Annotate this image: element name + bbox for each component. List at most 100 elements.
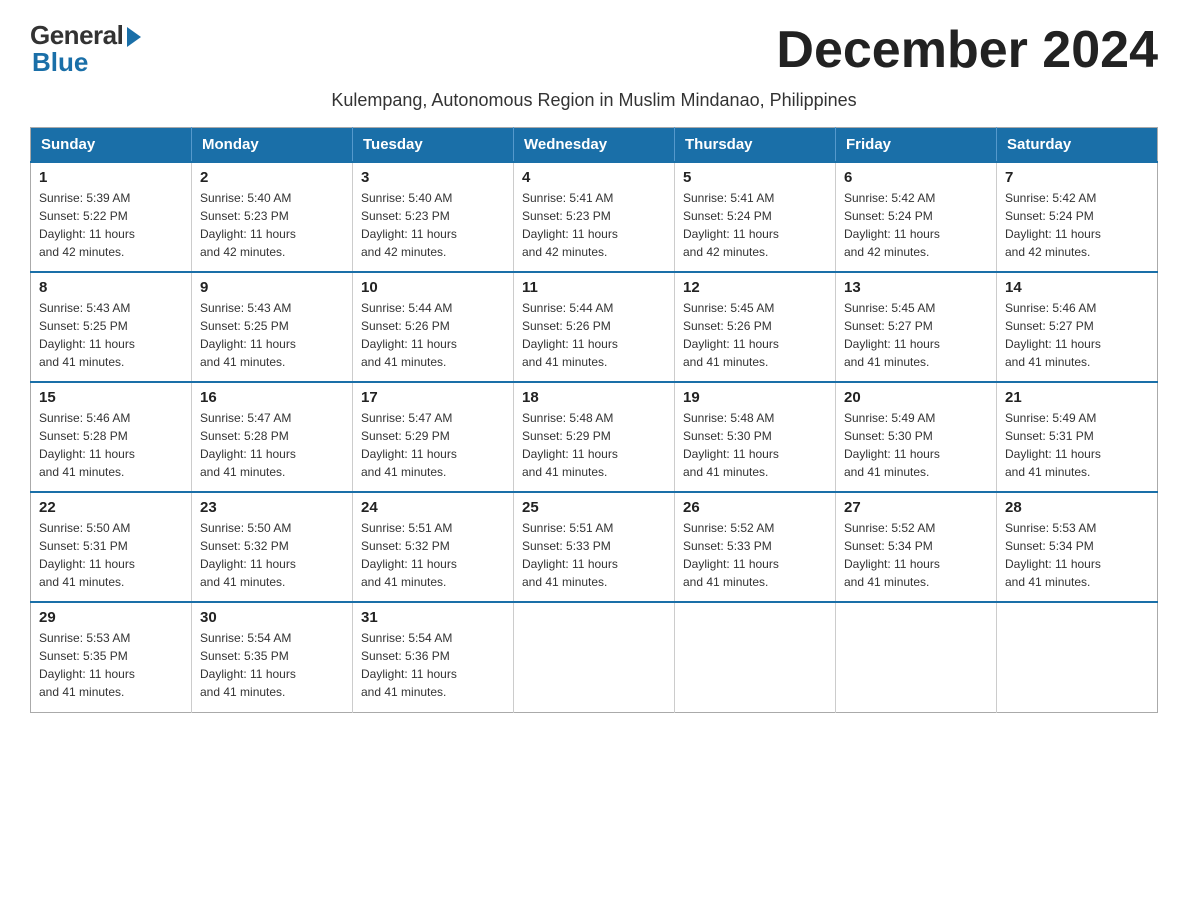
calendar-cell: 27 Sunrise: 5:52 AMSunset: 5:34 PMDaylig…: [836, 492, 997, 602]
day-number: 15: [39, 389, 183, 406]
calendar-cell: 10 Sunrise: 5:44 AMSunset: 5:26 PMDaylig…: [353, 272, 514, 382]
calendar-cell: 19 Sunrise: 5:48 AMSunset: 5:30 PMDaylig…: [675, 382, 836, 492]
day-number: 26: [683, 499, 827, 516]
calendar-cell: [997, 602, 1158, 712]
calendar-cell: 15 Sunrise: 5:46 AMSunset: 5:28 PMDaylig…: [31, 382, 192, 492]
header-day-wednesday: Wednesday: [514, 128, 675, 163]
day-number: 28: [1005, 499, 1149, 516]
header-day-friday: Friday: [836, 128, 997, 163]
calendar-week-row: 1 Sunrise: 5:39 AMSunset: 5:22 PMDayligh…: [31, 162, 1158, 272]
day-number: 2: [200, 169, 344, 186]
calendar-week-row: 15 Sunrise: 5:46 AMSunset: 5:28 PMDaylig…: [31, 382, 1158, 492]
day-info: Sunrise: 5:52 AMSunset: 5:34 PMDaylight:…: [844, 521, 940, 589]
calendar-cell: 13 Sunrise: 5:45 AMSunset: 5:27 PMDaylig…: [836, 272, 997, 382]
day-info: Sunrise: 5:43 AMSunset: 5:25 PMDaylight:…: [39, 301, 135, 369]
day-number: 10: [361, 279, 505, 296]
day-number: 31: [361, 609, 505, 626]
day-number: 9: [200, 279, 344, 296]
day-info: Sunrise: 5:47 AMSunset: 5:28 PMDaylight:…: [200, 411, 296, 479]
day-number: 8: [39, 279, 183, 296]
calendar-cell: 30 Sunrise: 5:54 AMSunset: 5:35 PMDaylig…: [192, 602, 353, 712]
logo-blue-text: Blue: [32, 47, 88, 78]
header: General Blue December 2024: [30, 20, 1158, 80]
day-number: 6: [844, 169, 988, 186]
calendar-table: SundayMondayTuesdayWednesdayThursdayFrid…: [30, 127, 1158, 713]
day-info: Sunrise: 5:45 AMSunset: 5:27 PMDaylight:…: [844, 301, 940, 369]
header-day-monday: Monday: [192, 128, 353, 163]
calendar-cell: 3 Sunrise: 5:40 AMSunset: 5:23 PMDayligh…: [353, 162, 514, 272]
day-info: Sunrise: 5:54 AMSunset: 5:36 PMDaylight:…: [361, 631, 457, 699]
calendar-cell: 21 Sunrise: 5:49 AMSunset: 5:31 PMDaylig…: [997, 382, 1158, 492]
calendar-cell: 12 Sunrise: 5:45 AMSunset: 5:26 PMDaylig…: [675, 272, 836, 382]
header-day-tuesday: Tuesday: [353, 128, 514, 163]
calendar-cell: 17 Sunrise: 5:47 AMSunset: 5:29 PMDaylig…: [353, 382, 514, 492]
calendar-cell: 20 Sunrise: 5:49 AMSunset: 5:30 PMDaylig…: [836, 382, 997, 492]
calendar-cell: 2 Sunrise: 5:40 AMSunset: 5:23 PMDayligh…: [192, 162, 353, 272]
calendar-cell: 28 Sunrise: 5:53 AMSunset: 5:34 PMDaylig…: [997, 492, 1158, 602]
calendar-cell: 8 Sunrise: 5:43 AMSunset: 5:25 PMDayligh…: [31, 272, 192, 382]
calendar-week-row: 29 Sunrise: 5:53 AMSunset: 5:35 PMDaylig…: [31, 602, 1158, 712]
calendar-cell: 18 Sunrise: 5:48 AMSunset: 5:29 PMDaylig…: [514, 382, 675, 492]
day-number: 18: [522, 389, 666, 406]
day-info: Sunrise: 5:42 AMSunset: 5:24 PMDaylight:…: [1005, 191, 1101, 259]
day-info: Sunrise: 5:49 AMSunset: 5:31 PMDaylight:…: [1005, 411, 1101, 479]
calendar-cell: 24 Sunrise: 5:51 AMSunset: 5:32 PMDaylig…: [353, 492, 514, 602]
day-info: Sunrise: 5:51 AMSunset: 5:33 PMDaylight:…: [522, 521, 618, 589]
calendar-cell: 11 Sunrise: 5:44 AMSunset: 5:26 PMDaylig…: [514, 272, 675, 382]
calendar-cell: 7 Sunrise: 5:42 AMSunset: 5:24 PMDayligh…: [997, 162, 1158, 272]
day-info: Sunrise: 5:41 AMSunset: 5:24 PMDaylight:…: [683, 191, 779, 259]
day-number: 1: [39, 169, 183, 186]
calendar-cell: 1 Sunrise: 5:39 AMSunset: 5:22 PMDayligh…: [31, 162, 192, 272]
day-info: Sunrise: 5:44 AMSunset: 5:26 PMDaylight:…: [522, 301, 618, 369]
day-info: Sunrise: 5:40 AMSunset: 5:23 PMDaylight:…: [200, 191, 296, 259]
day-number: 4: [522, 169, 666, 186]
day-info: Sunrise: 5:40 AMSunset: 5:23 PMDaylight:…: [361, 191, 457, 259]
day-number: 16: [200, 389, 344, 406]
day-info: Sunrise: 5:49 AMSunset: 5:30 PMDaylight:…: [844, 411, 940, 479]
day-number: 21: [1005, 389, 1149, 406]
day-info: Sunrise: 5:46 AMSunset: 5:27 PMDaylight:…: [1005, 301, 1101, 369]
header-day-saturday: Saturday: [997, 128, 1158, 163]
day-number: 25: [522, 499, 666, 516]
day-number: 24: [361, 499, 505, 516]
day-info: Sunrise: 5:43 AMSunset: 5:25 PMDaylight:…: [200, 301, 296, 369]
header-day-thursday: Thursday: [675, 128, 836, 163]
day-number: 12: [683, 279, 827, 296]
day-info: Sunrise: 5:53 AMSunset: 5:35 PMDaylight:…: [39, 631, 135, 699]
subtitle: Kulempang, Autonomous Region in Muslim M…: [30, 90, 1158, 111]
day-number: 17: [361, 389, 505, 406]
day-number: 7: [1005, 169, 1149, 186]
day-info: Sunrise: 5:50 AMSunset: 5:31 PMDaylight:…: [39, 521, 135, 589]
day-number: 30: [200, 609, 344, 626]
day-number: 5: [683, 169, 827, 186]
calendar-week-row: 22 Sunrise: 5:50 AMSunset: 5:31 PMDaylig…: [31, 492, 1158, 602]
day-info: Sunrise: 5:50 AMSunset: 5:32 PMDaylight:…: [200, 521, 296, 589]
calendar-cell: 9 Sunrise: 5:43 AMSunset: 5:25 PMDayligh…: [192, 272, 353, 382]
day-number: 22: [39, 499, 183, 516]
day-number: 11: [522, 279, 666, 296]
header-day-sunday: Sunday: [31, 128, 192, 163]
calendar-cell: 4 Sunrise: 5:41 AMSunset: 5:23 PMDayligh…: [514, 162, 675, 272]
day-info: Sunrise: 5:54 AMSunset: 5:35 PMDaylight:…: [200, 631, 296, 699]
calendar-cell: 22 Sunrise: 5:50 AMSunset: 5:31 PMDaylig…: [31, 492, 192, 602]
day-info: Sunrise: 5:52 AMSunset: 5:33 PMDaylight:…: [683, 521, 779, 589]
day-info: Sunrise: 5:47 AMSunset: 5:29 PMDaylight:…: [361, 411, 457, 479]
calendar-cell: 23 Sunrise: 5:50 AMSunset: 5:32 PMDaylig…: [192, 492, 353, 602]
day-number: 19: [683, 389, 827, 406]
calendar-cell: 16 Sunrise: 5:47 AMSunset: 5:28 PMDaylig…: [192, 382, 353, 492]
day-info: Sunrise: 5:46 AMSunset: 5:28 PMDaylight:…: [39, 411, 135, 479]
day-info: Sunrise: 5:41 AMSunset: 5:23 PMDaylight:…: [522, 191, 618, 259]
month-title: December 2024: [776, 20, 1158, 80]
calendar-week-row: 8 Sunrise: 5:43 AMSunset: 5:25 PMDayligh…: [31, 272, 1158, 382]
calendar-cell: [836, 602, 997, 712]
day-info: Sunrise: 5:42 AMSunset: 5:24 PMDaylight:…: [844, 191, 940, 259]
day-info: Sunrise: 5:48 AMSunset: 5:30 PMDaylight:…: [683, 411, 779, 479]
calendar-cell: 14 Sunrise: 5:46 AMSunset: 5:27 PMDaylig…: [997, 272, 1158, 382]
day-info: Sunrise: 5:39 AMSunset: 5:22 PMDaylight:…: [39, 191, 135, 259]
day-number: 13: [844, 279, 988, 296]
calendar-cell: 29 Sunrise: 5:53 AMSunset: 5:35 PMDaylig…: [31, 602, 192, 712]
day-number: 3: [361, 169, 505, 186]
logo: General Blue: [30, 20, 141, 78]
calendar-cell: 5 Sunrise: 5:41 AMSunset: 5:24 PMDayligh…: [675, 162, 836, 272]
day-info: Sunrise: 5:48 AMSunset: 5:29 PMDaylight:…: [522, 411, 618, 479]
